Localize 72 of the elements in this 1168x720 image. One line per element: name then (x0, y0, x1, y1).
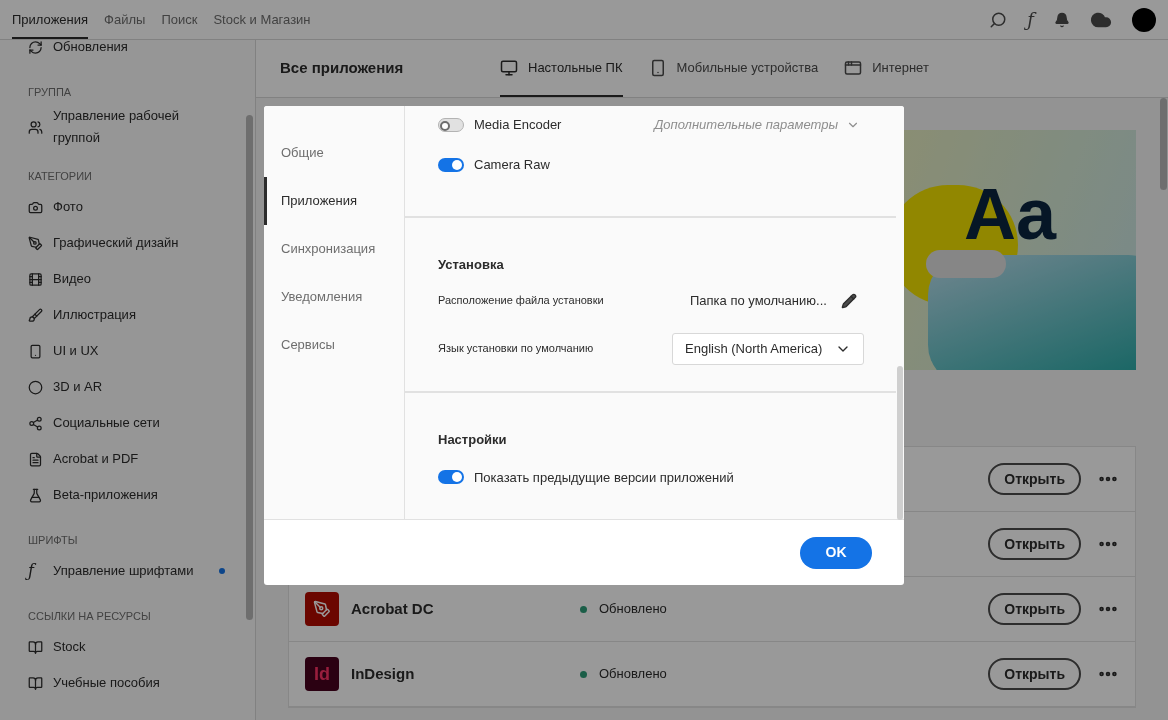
category-icon (28, 40, 43, 55)
monitor-icon (500, 58, 518, 77)
category-icon (28, 235, 43, 251)
platform-tab[interactable]: Мобильные устройства (648, 40, 819, 97)
dialog-nav-item[interactable]: Синхронизация (264, 225, 404, 273)
sidebar-item[interactable]: Stock (28, 629, 225, 665)
category-icon (28, 271, 43, 287)
sidebar-item[interactable]: Социальные сети (28, 405, 225, 441)
sidebar-item[interactable]: UI и UX (28, 333, 225, 369)
advanced-dropdown[interactable]: Дополнительные параметры (654, 118, 860, 132)
edit-icon[interactable] (840, 292, 857, 309)
platform-tab[interactable]: Настольные ПК (500, 40, 623, 97)
toggle-switch[interactable] (438, 470, 464, 485)
dialog-nav-item[interactable]: Приложения (264, 177, 404, 225)
category-icon (28, 343, 43, 359)
dialog-nav-item[interactable]: Общие (264, 129, 404, 177)
sidebar-item[interactable]: Фото (28, 189, 225, 225)
nav-tab[interactable]: Stock и Магазин (213, 0, 311, 39)
app-name: Acrobat DC (351, 598, 434, 619)
sidebar-item[interactable]: Видео (28, 261, 225, 297)
sidebar-item[interactable]: Учебные пособия (28, 665, 225, 701)
open-button[interactable]: Открыть (988, 463, 1081, 495)
app-logo: Id (305, 657, 339, 691)
sidebar-item[interactable]: Иллюстрация (28, 297, 225, 333)
bell-icon[interactable] (1054, 11, 1070, 28)
field-label: Язык установки по умолчанию (438, 341, 595, 357)
category-icon (28, 119, 43, 135)
category-icon (28, 379, 43, 395)
platform-tab[interactable]: Интернет (844, 40, 929, 97)
toggle-label: Media Encoder (474, 118, 562, 132)
nav-tab[interactable]: Файлы (104, 0, 146, 39)
language-select[interactable]: English (North America) (672, 332, 864, 365)
sidebar-item[interactable]: Управление рабочей группой (28, 105, 225, 149)
category-icon (28, 451, 43, 467)
sidebar-item[interactable]: Beta-приложения (28, 477, 225, 513)
status-text: Обновлено (599, 665, 667, 684)
toggle-switch[interactable] (438, 118, 464, 132)
section-heading: Настройки (438, 431, 508, 449)
category-icon (28, 307, 43, 323)
toggle-label: Camera Raw (474, 158, 550, 172)
sidebar-item[interactable]: 3D и AR (28, 369, 225, 405)
app-name: InDesign (351, 663, 415, 684)
category-icon (28, 415, 43, 431)
section-heading: Установка (438, 256, 505, 274)
sidebar-item[interactable]: Acrobat и PDF (28, 441, 225, 477)
sidebar-item[interactable]: Графический дизайн (28, 225, 225, 261)
category-icon (28, 199, 43, 215)
category-icon (28, 487, 43, 503)
section-heading: ГРУППА (28, 84, 73, 100)
category-icon (28, 675, 43, 691)
dialog-nav-item[interactable]: Уведомления (264, 273, 404, 321)
toggle-switch[interactable] (438, 158, 464, 172)
app-logo (305, 592, 339, 626)
toggle-label: Показать предыдущие версии приложений (474, 468, 734, 487)
section-heading: ССЫЛКИ НА РЕСУРСЫ (28, 608, 152, 624)
avatar[interactable] (1132, 7, 1156, 32)
open-button[interactable]: Открыть (988, 528, 1081, 560)
search-icon[interactable] (989, 10, 1008, 29)
sidebar-item[interactable]: Обновления (28, 40, 225, 65)
open-button[interactable]: Открыть (988, 658, 1081, 690)
ok-button[interactable]: OK (800, 536, 872, 569)
dialog-nav-item[interactable]: Сервисы (264, 321, 404, 369)
folder-path: Папка по умолчанию... (690, 291, 827, 310)
open-button[interactable]: Открыть (988, 593, 1081, 625)
category-icon (28, 639, 43, 655)
nav-tab[interactable]: Поиск (161, 0, 198, 39)
section-heading: ШРИФТЫ (28, 532, 79, 548)
field-label: Расположение файла установки (438, 293, 605, 309)
section-heading: КАТЕГОРИИ (28, 168, 93, 184)
browser-window-icon (844, 58, 863, 77)
page-title: Все приложения (280, 58, 405, 79)
status-text: Обновлено (599, 600, 667, 619)
